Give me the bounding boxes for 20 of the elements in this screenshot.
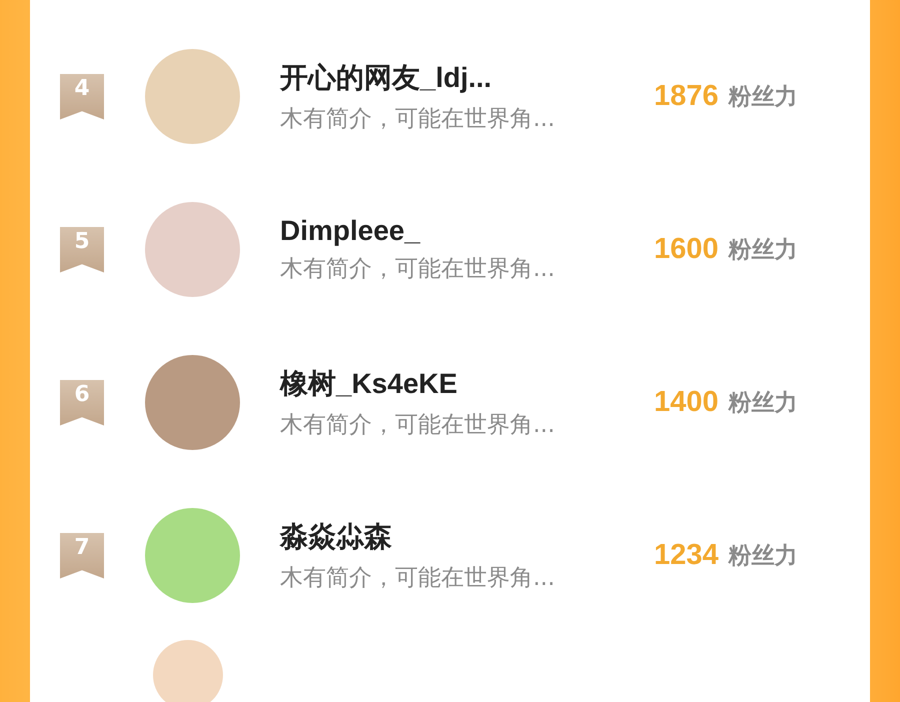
score-unit: 粉丝力 bbox=[728, 236, 798, 265]
user-name: Dimpleee_ bbox=[280, 215, 422, 247]
fan-score: 1600 bbox=[654, 233, 719, 266]
fan-score: 1876 bbox=[654, 80, 719, 113]
user-bio: 木有简介，可能在世界角... bbox=[280, 411, 556, 440]
user-bio: 木有简介，可能在世界角... bbox=[280, 255, 556, 284]
user-name: 淼焱尛森 bbox=[280, 520, 393, 554]
rank-badge: 4 bbox=[60, 74, 104, 120]
user-name: 开心的网友_ldj... bbox=[280, 61, 493, 95]
rank-badge: 5 bbox=[60, 226, 104, 272]
fan-score: 1400 bbox=[654, 386, 719, 419]
score-unit: 粉丝力 bbox=[728, 542, 798, 571]
user-name: 橡树_Ks4eKE bbox=[280, 367, 458, 401]
fan-score: 1234 bbox=[654, 539, 719, 572]
rank-badge: 7 bbox=[60, 532, 104, 578]
user-bio: 木有简介，可能在世界角... bbox=[280, 564, 556, 593]
score-unit: 粉丝力 bbox=[728, 389, 798, 418]
user-bio: 木有简介，可能在世界角... bbox=[280, 105, 556, 134]
score-unit: 粉丝力 bbox=[728, 83, 798, 112]
rank-badge: 6 bbox=[60, 380, 104, 426]
